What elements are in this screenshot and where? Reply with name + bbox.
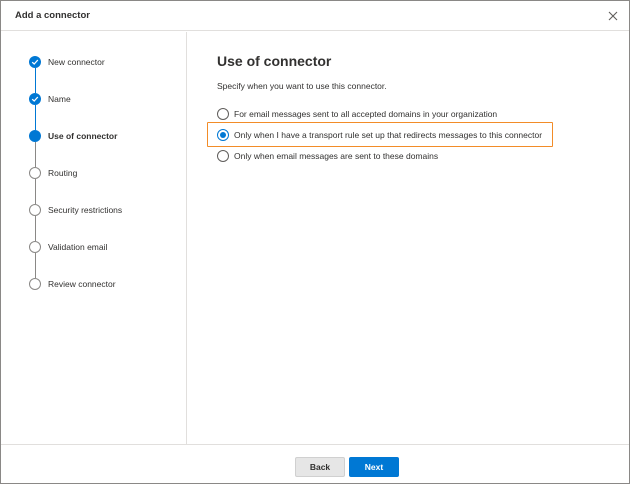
step-pending-icon [29, 167, 41, 179]
step-name: Name [29, 93, 179, 107]
option-label: Only when email messages are sent to the… [234, 151, 439, 161]
step-use-of-connector: Use of connector [29, 130, 179, 144]
step-label: Name [48, 94, 71, 104]
main-panel: Use of connector Specify when you want t… [188, 32, 629, 444]
step-check-icon [29, 93, 41, 105]
step-connector-line [35, 105, 36, 130]
back-button[interactable]: Back [295, 457, 345, 477]
step-label: Routing [48, 168, 78, 178]
dialog-header: Add a connector [1, 1, 629, 31]
option-label: For email messages sent to all accepted … [234, 109, 498, 119]
dialog-title: Add a connector [15, 10, 90, 21]
radio-button[interactable] [217, 108, 229, 120]
option-specific-domains[interactable]: Only when email messages are sent to the… [217, 150, 617, 164]
step-label: Use of connector [48, 131, 118, 141]
option-all-accepted-domains[interactable]: For email messages sent to all accepted … [217, 108, 617, 122]
step-new-connector: New connector [29, 56, 179, 70]
step-label: Validation email [48, 242, 108, 252]
step-label: New connector [48, 57, 105, 67]
step-validation-email: Validation email [29, 241, 179, 255]
step-check-icon [29, 56, 41, 68]
step-connector-line [35, 216, 36, 241]
step-connector-line [35, 142, 36, 167]
step-security-restrictions: Security restrictions [29, 204, 179, 218]
page-title: Use of connector [217, 53, 332, 69]
next-button[interactable]: Next [349, 457, 399, 477]
step-routing: Routing [29, 167, 179, 181]
step-pending-icon [29, 278, 41, 290]
step-current-icon [29, 130, 41, 142]
step-pending-icon [29, 204, 41, 216]
step-connector-line [35, 179, 36, 204]
selection-highlight-box [207, 122, 553, 147]
step-list: New connector Name Use of connector Rout… [1, 32, 187, 332]
step-review-connector: Review connector [29, 278, 179, 292]
step-connector-line [35, 68, 36, 93]
dialog-footer: Back Next [1, 444, 629, 483]
close-icon[interactable] [605, 8, 621, 24]
step-label: Security restrictions [48, 205, 123, 215]
step-connector-line [35, 253, 36, 278]
radio-button[interactable] [217, 150, 229, 162]
step-label: Review connector [48, 279, 116, 289]
wizard-sidebar: New connector Name Use of connector Rout… [1, 32, 187, 444]
step-pending-icon [29, 241, 41, 253]
page-description: Specify when you want to use this connec… [217, 81, 387, 91]
add-connector-dialog: Add a connector New connector Name Use o… [0, 0, 630, 484]
